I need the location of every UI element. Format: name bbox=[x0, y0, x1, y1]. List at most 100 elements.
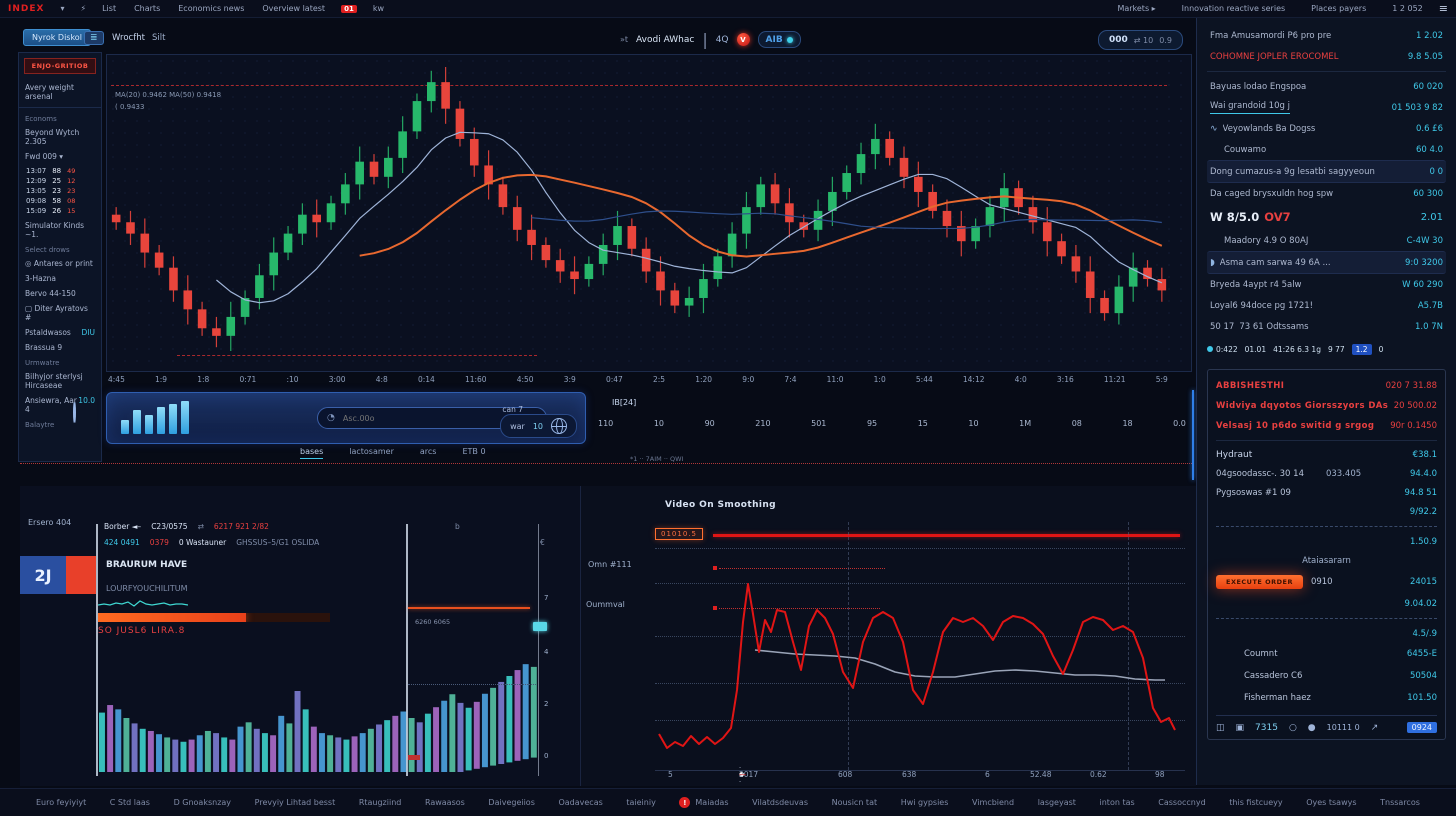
status-item[interactable]: Rtaugziind bbox=[359, 798, 402, 807]
account-row[interactable]: Coumnt6455-E bbox=[1216, 643, 1437, 665]
bolt-icon[interactable]: ⚡ bbox=[80, 4, 86, 13]
status-item[interactable]: Cassoccnyd bbox=[1158, 798, 1205, 807]
stat-chip[interactable]: 9 77 bbox=[1328, 345, 1345, 354]
stat-chip[interactable]: 0:422 bbox=[1207, 345, 1238, 354]
camera-icon[interactable]: ◫ bbox=[1216, 723, 1225, 733]
alert-row[interactable]: ABBISHESTHI020 7 31.88 bbox=[1216, 376, 1437, 396]
alert-row[interactable]: Velsasj 10 p6do switid g srgog90r 0.1450 bbox=[1216, 416, 1437, 436]
stat-chip[interactable]: 41:26 6.3 1g bbox=[1273, 345, 1321, 354]
panel-row[interactable]: 50 1773 61 Odtssams1.0 7N bbox=[1207, 316, 1446, 337]
sidebar-item[interactable]: Bervo 44-150 bbox=[19, 286, 101, 301]
panel-row[interactable]: W 8/5.0OV72.01 bbox=[1207, 204, 1446, 230]
sidebar-item[interactable]: Fwd 009 ▾ bbox=[19, 149, 101, 164]
symbol-name[interactable]: Avodi AWhac bbox=[636, 35, 694, 45]
footer-chip[interactable]: 0924 bbox=[1407, 722, 1437, 733]
sidebar-item[interactable]: PstaldwasosDIU bbox=[19, 325, 101, 340]
status-item[interactable]: Rawaasos bbox=[425, 798, 465, 807]
position-count-box[interactable]: 2J bbox=[20, 556, 66, 594]
alert-icon[interactable]: V bbox=[737, 33, 750, 46]
status-item[interactable]: Oadavecas bbox=[558, 798, 602, 807]
sub-tab[interactable]: lactosamer bbox=[349, 447, 394, 459]
panel-row[interactable]: Loyal6 94doce pg 1721!A5.7B bbox=[1207, 295, 1446, 316]
risk-box[interactable] bbox=[66, 556, 96, 594]
stat-chip[interactable]: 0 bbox=[1379, 345, 1384, 354]
price-tag[interactable] bbox=[533, 622, 547, 631]
sidebar-item[interactable]: Avery weight arsenal bbox=[19, 80, 101, 104]
stat-chip-active[interactable]: 1.2 bbox=[1352, 344, 1372, 355]
status-item[interactable]: Euro feyiyiyt bbox=[36, 798, 86, 807]
sidebar-item[interactable]: Ansiewra, Aar 410.0 bbox=[19, 393, 101, 417]
table-row[interactable]: 09:085808 bbox=[23, 196, 78, 206]
hamburger-icon[interactable]: ≡ bbox=[1439, 2, 1448, 15]
panel-row[interactable]: Bryeda 4aypt r4 5alwW 60 290 bbox=[1207, 274, 1446, 295]
sub-tab[interactable]: arcs bbox=[420, 447, 437, 459]
status-item[interactable]: Vimcbiend bbox=[972, 798, 1014, 807]
status-item[interactable]: lasgeyast bbox=[1038, 798, 1076, 807]
watchlist-tab[interactable]: Wrocfht bbox=[112, 33, 145, 43]
menu-item[interactable]: Economics news bbox=[178, 4, 244, 13]
set-tab[interactable]: Silt bbox=[152, 33, 165, 43]
status-item[interactable]: Vilatdsdeuvas bbox=[752, 798, 808, 807]
panel-row[interactable]: COHOMNE JOPLER EROCOMEL9.8 5.05 bbox=[1207, 46, 1446, 67]
drop-icon[interactable]: ○ bbox=[1289, 723, 1297, 733]
menu-item[interactable]: List bbox=[102, 4, 116, 13]
menu-item[interactable]: Overview latest bbox=[262, 4, 325, 13]
status-item[interactable]: Daivegeiios bbox=[488, 798, 534, 807]
sub-tab[interactable]: ETB 0 bbox=[462, 447, 485, 459]
account-row[interactable]: Cassadero C650504 bbox=[1216, 665, 1437, 687]
new-order-button[interactable]: Nyrok Diskol bbox=[23, 29, 91, 46]
interval-label[interactable]: 4Q bbox=[716, 35, 729, 45]
status-item[interactable]: Tnssarcos bbox=[1380, 798, 1420, 807]
session-switch[interactable]: war 10 bbox=[500, 414, 577, 438]
panel-row[interactable]: Da caged brysxuldn hog spw60 300 bbox=[1207, 183, 1446, 204]
panel-row[interactable]: Dong cumazus-a 9g lesatbi sagyyeoun0 0 bbox=[1207, 160, 1446, 183]
stat-chip[interactable]: 01.01 bbox=[1245, 345, 1266, 354]
sidebar-item[interactable]: Simulator Kinds ~1. bbox=[19, 218, 101, 242]
status-item[interactable]: Hwi gypsies bbox=[901, 798, 949, 807]
panel-row[interactable]: Couwamo60 4.0 bbox=[1207, 139, 1446, 160]
table-row[interactable]: 13:078849 bbox=[23, 166, 78, 176]
table-row[interactable]: 12:092512 bbox=[23, 176, 78, 186]
status-item[interactable]: !Maiadas bbox=[679, 797, 728, 808]
status-item[interactable]: Prevyiy Lihtad besst bbox=[255, 798, 336, 807]
panel-row[interactable]: ◗Asma cam sarwa 49 6A ...9:0 3200 bbox=[1207, 251, 1446, 274]
main-chart[interactable]: MA(20) 0.9462 MA(50) 0.9418 ( 0.9433 bbox=[106, 54, 1192, 372]
table-row[interactable]: 13:052323 bbox=[23, 186, 78, 196]
sidebar-item[interactable]: ◎ Antares or print bbox=[19, 256, 101, 271]
table-row[interactable]: 15:092615 bbox=[23, 206, 78, 216]
panel-row[interactable]: Fma Amusamordi P6 pro pre1 2.02 bbox=[1207, 25, 1446, 46]
clock-pill[interactable]: 000 ⇄ 10 0.9 bbox=[1098, 30, 1183, 50]
status-item[interactable]: D Gnoaksnzay bbox=[174, 798, 231, 807]
panel-row[interactable]: Maadory 4.9 O 80AJC-4W 30 bbox=[1207, 230, 1446, 251]
divider-cursor[interactable] bbox=[406, 524, 408, 776]
chevron-down-icon[interactable]: ▾ bbox=[60, 4, 64, 13]
box-row[interactable]: Pygsoswas #1 09 94.8 51 bbox=[1216, 483, 1437, 502]
status-item[interactable]: C Std laas bbox=[110, 798, 150, 807]
sidebar-item[interactable]: Bilhyjor sterlysj Hircaseae bbox=[19, 369, 101, 393]
arrow-icon[interactable]: ↗ bbox=[1371, 723, 1379, 733]
account-row[interactable]: Fisherman haez101.50 bbox=[1216, 687, 1437, 709]
sub-tab[interactable]: bases bbox=[300, 447, 323, 459]
panel-row[interactable]: ∿Veyowlands Ba Dogss0.6 £6 bbox=[1207, 118, 1446, 139]
alert-row[interactable]: Widviya dqyotos Giorsszyors DAs20 500.02 bbox=[1216, 396, 1437, 416]
menu-item[interactable]: Places payers bbox=[1311, 4, 1366, 13]
menu-item[interactable]: Innovation reactive series bbox=[1182, 4, 1285, 13]
box-row[interactable]: 04gsoodassc-. 30 14 033.405 94.4.0 bbox=[1216, 464, 1437, 483]
sidebar-item[interactable]: ▢ Diter Ayratovs # bbox=[19, 301, 101, 325]
layout-menu-icon[interactable]: ≣ bbox=[84, 31, 104, 45]
panel-row[interactable]: Wai grandoid 10g j01 503 9 82 bbox=[1207, 97, 1446, 118]
status-item[interactable]: this fistcueyy bbox=[1229, 798, 1282, 807]
execute-button[interactable]: EXECUTE ORDER bbox=[1216, 575, 1303, 589]
ai-toggle[interactable]: AIB bbox=[758, 31, 801, 48]
panel-row[interactable]: Bayuas lodao Engspoa60 020 bbox=[1207, 76, 1446, 97]
menu-item[interactable]: Markets ▸ bbox=[1117, 4, 1155, 13]
status-item[interactable]: inton tas bbox=[1100, 798, 1135, 807]
sidebar-item[interactable]: 3-Hazna bbox=[19, 271, 101, 286]
monitor-icon[interactable]: ▣ bbox=[1236, 723, 1245, 733]
menu-item[interactable]: 1 2 052 bbox=[1392, 4, 1423, 13]
search-input[interactable] bbox=[341, 413, 515, 424]
drop2-icon[interactable]: ● bbox=[1308, 723, 1316, 733]
status-item[interactable]: taieiniy bbox=[626, 798, 655, 807]
status-item[interactable]: Nousicn tat bbox=[832, 798, 878, 807]
sidebar-item[interactable]: Beyond Wytch 2.305 bbox=[19, 125, 101, 149]
